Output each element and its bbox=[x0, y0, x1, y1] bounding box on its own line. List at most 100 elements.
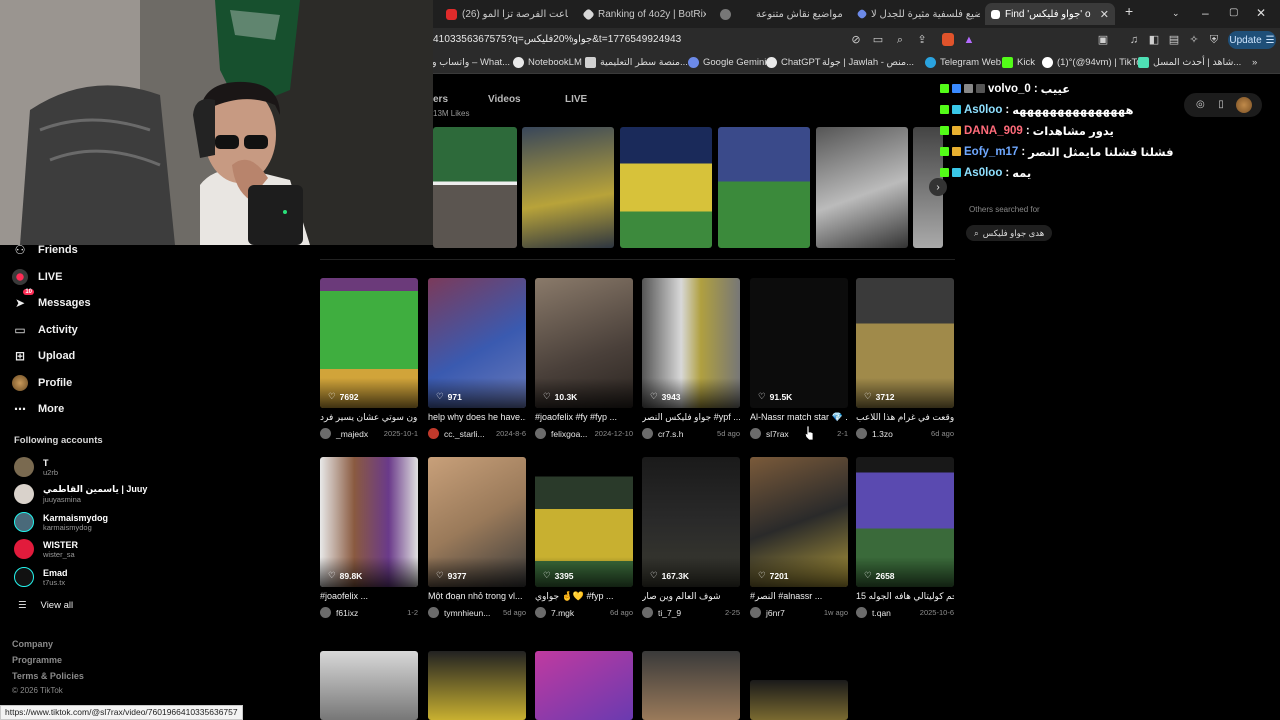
bookmark-kick[interactable]: Kick bbox=[1002, 57, 1035, 68]
close-window-button[interactable]: ✕ bbox=[1256, 6, 1266, 20]
url-field[interactable]: 4103356367575?q=جواو%20فليكس&t=177654992… bbox=[433, 34, 681, 45]
video-author[interactable]: felixgoa... bbox=[551, 429, 587, 439]
new-tab-button[interactable]: + bbox=[1125, 3, 1133, 19]
video-author[interactable]: tymnhieun... bbox=[444, 608, 490, 618]
browser-tab-gemini[interactable]: مواضيع فلسفية مثيرة للجدل لا bbox=[852, 3, 980, 25]
video-thumbnail[interactable]: ♡ 9377 bbox=[428, 457, 526, 587]
sidebar-toggle-icon[interactable]: ▣ bbox=[1096, 33, 1110, 47]
video-title[interactable]: Một đoạn nhỏ trong vl... bbox=[428, 591, 526, 604]
video-card[interactable]: ♡ 971 help why does he have... cc._starli… bbox=[428, 278, 526, 439]
bookmark-chatgpt[interactable]: ChatGPT bbox=[766, 57, 821, 68]
carousel-video-4[interactable] bbox=[718, 127, 810, 248]
view-all-button[interactable]: ☰ View all bbox=[18, 600, 73, 611]
compass-icon[interactable]: ◎ bbox=[1194, 99, 1206, 111]
video-thumbnail[interactable] bbox=[642, 651, 740, 720]
carousel-video-1[interactable] bbox=[433, 127, 517, 248]
sidebar-item-activity[interactable]: ▭ Activity bbox=[10, 317, 220, 344]
footer-programme[interactable]: Programme bbox=[12, 655, 62, 665]
tab-followers[interactable]: ers bbox=[433, 94, 448, 105]
minimize-button[interactable]: – bbox=[1202, 6, 1209, 20]
carousel-video-5[interactable] bbox=[816, 127, 908, 248]
video-title[interactable]: يشحدون سوتي عشان يسير فرد... bbox=[320, 412, 418, 425]
tab-live[interactable]: LIVE bbox=[565, 94, 587, 105]
bookmark-telegram[interactable]: Telegram Web bbox=[925, 57, 1001, 68]
carousel-video-3[interactable] bbox=[620, 127, 712, 248]
video-thumbnail[interactable]: ♡ 971 bbox=[428, 278, 526, 408]
browser-tab-youtube[interactable]: لا ضاعت الفرصة تزا المو (26) bbox=[440, 3, 568, 25]
video-card[interactable]: ♡ 3395 جواوي 🤞💛 #fyp ... 7.mgk 6d ago bbox=[535, 457, 633, 618]
sidebar-item-live[interactable]: LIVE bbox=[10, 264, 220, 291]
video-title[interactable]: 15 ـي الحم كوليتالي هافه الجوله bbox=[856, 591, 954, 604]
cast-icon[interactable]: ▭ bbox=[871, 33, 885, 47]
video-title[interactable]: جواو فليكس النصر #ypf ... bbox=[642, 412, 740, 425]
video-card[interactable]: ♡3712 انا وقعت في غرام هذا اللاعب ... 1.… bbox=[856, 278, 954, 439]
video-thumbnail[interactable]: ♡ 2658 bbox=[856, 457, 954, 587]
video-author[interactable]: _majedx bbox=[336, 429, 368, 439]
avatar[interactable] bbox=[1235, 97, 1252, 113]
footer-terms[interactable]: Terms & Policies bbox=[12, 671, 84, 681]
video-card[interactable]: ♡ 89.8K #joaofelix ... f61ixz 1-2 bbox=[320, 457, 418, 618]
video-title[interactable]: Al-Nassr match star 💎 ... bbox=[750, 412, 848, 425]
video-thumbnail[interactable]: ♡ 3395 bbox=[535, 457, 633, 587]
maximize-button[interactable]: ▢ bbox=[1229, 7, 1238, 18]
video-thumbnail[interactable] bbox=[320, 651, 418, 720]
share-icon[interactable]: ⇪ bbox=[915, 33, 929, 47]
video-author[interactable]: 7.mgk bbox=[551, 608, 574, 618]
video-card[interactable]: ♡ 3943 جواو فليكس النصر #ypf ... cr7.s.h 5… bbox=[642, 278, 740, 439]
ai-icon[interactable]: ✧ bbox=[1187, 33, 1201, 47]
video-card[interactable]: ♡ 10.3K #joaofelix #fy #fyp ... felixgoa.… bbox=[535, 278, 633, 439]
video-author[interactable]: cc._starli... bbox=[444, 429, 485, 439]
video-thumbnail[interactable]: ♡ 7692 bbox=[320, 278, 418, 408]
carousel-video-2[interactable] bbox=[522, 127, 614, 248]
vpn-icon[interactable]: ⛨ bbox=[1207, 33, 1221, 47]
sidebar-item-profile[interactable]: Profile bbox=[10, 370, 220, 397]
bookmark-satr[interactable]: منصة سطر التعليمية... bbox=[585, 57, 688, 68]
rewards-icon[interactable]: ▲ bbox=[962, 33, 976, 47]
followed-account[interactable]: WISTER wister_sa bbox=[14, 539, 78, 559]
video-author[interactable]: f61ixz bbox=[336, 608, 358, 618]
browser-tab-tiktok[interactable]: Find 'جواو فليكس' on TikT ✕ bbox=[985, 3, 1115, 25]
video-author[interactable]: t.qan bbox=[872, 608, 891, 618]
video-title[interactable]: #النصر #alnassr ... bbox=[750, 591, 848, 604]
video-title[interactable]: انا وقعت في غرام هذا اللاعب ... bbox=[856, 412, 954, 425]
video-card[interactable]: ♡ 9377 Một đoạn nhỏ trong vl... tymnhieun… bbox=[428, 457, 526, 618]
video-author[interactable]: sl7rax bbox=[766, 429, 789, 439]
bookmark-shahid[interactable]: شاهد | أحدث المسل... bbox=[1138, 57, 1241, 68]
video-thumbnail[interactable]: ♡ 7201 bbox=[750, 457, 848, 587]
video-card[interactable]: ♡7692 يشحدون سوتي عشان يسير فرد... _maje… bbox=[320, 278, 418, 439]
video-card[interactable]: ♡ 7201 #النصر #alnassr ... j6nr7 1w ago bbox=[750, 457, 848, 618]
footer-company[interactable]: Company bbox=[12, 639, 53, 649]
video-author[interactable]: cr7.s.h bbox=[658, 429, 684, 439]
sidebar-item-more[interactable]: ⋯ More bbox=[10, 396, 220, 423]
phone-icon[interactable]: ▯ bbox=[1215, 99, 1227, 111]
bookmarks-overflow-icon[interactable]: » bbox=[1252, 57, 1257, 68]
no-script-icon[interactable]: ⊘ bbox=[849, 33, 863, 47]
video-thumbnail[interactable]: ♡ 10.3K bbox=[535, 278, 633, 408]
followed-account[interactable]: Emad t7us.tx bbox=[14, 567, 68, 587]
wallet-icon[interactable]: ▤ bbox=[1167, 33, 1181, 47]
video-title[interactable]: #joaofelix ... bbox=[320, 591, 418, 604]
followed-account[interactable]: Karmaismydog karmaismydog bbox=[14, 512, 108, 532]
followed-account[interactable]: Tu2rb bbox=[14, 457, 58, 477]
bookmark-gemini[interactable]: Google Gemini bbox=[688, 57, 766, 68]
video-author[interactable]: ti_7_9 bbox=[658, 608, 681, 618]
video-author[interactable]: 1.3zo bbox=[872, 429, 893, 439]
browser-tab-botrix[interactable]: Ranking of 4o2y | BotRix — bbox=[578, 3, 706, 25]
video-title[interactable]: help why does he have... bbox=[428, 412, 526, 425]
video-card[interactable]: ♡ 167.3K شوف العالم وين صار ti_7_9 2-25 bbox=[642, 457, 740, 618]
video-thumbnail[interactable] bbox=[535, 651, 633, 720]
video-author[interactable]: j6nr7 bbox=[766, 608, 785, 618]
video-title[interactable]: جواوي 🤞💛 #fyp ... bbox=[535, 591, 633, 604]
bookmark-notebooklm[interactable]: NotebookLM bbox=[513, 57, 582, 68]
sidebar-item-messages[interactable]: ➤ 10 Messages bbox=[10, 289, 220, 317]
video-thumbnail[interactable]: ♡ 3712 bbox=[856, 278, 954, 408]
video-title[interactable]: #joaofelix #fy #fyp ... bbox=[535, 412, 633, 425]
media-icon[interactable]: ♫ bbox=[1127, 33, 1141, 47]
close-tab-icon[interactable]: ✕ bbox=[1100, 8, 1109, 21]
bookmark-whatsapp[interactable]: واتساب ويب – What... bbox=[420, 57, 510, 68]
video-card[interactable]: ♡ 91.5K Al-Nassr match star 💎 ... sl7rax 2… bbox=[750, 278, 848, 439]
video-thumbnail[interactable] bbox=[428, 651, 526, 720]
bookmark-jawlah[interactable]: جولة | Jawlah - منص... bbox=[822, 57, 914, 68]
sidebar-item-upload[interactable]: ⊞ Upload bbox=[10, 343, 220, 370]
video-thumbnail[interactable] bbox=[750, 680, 848, 720]
